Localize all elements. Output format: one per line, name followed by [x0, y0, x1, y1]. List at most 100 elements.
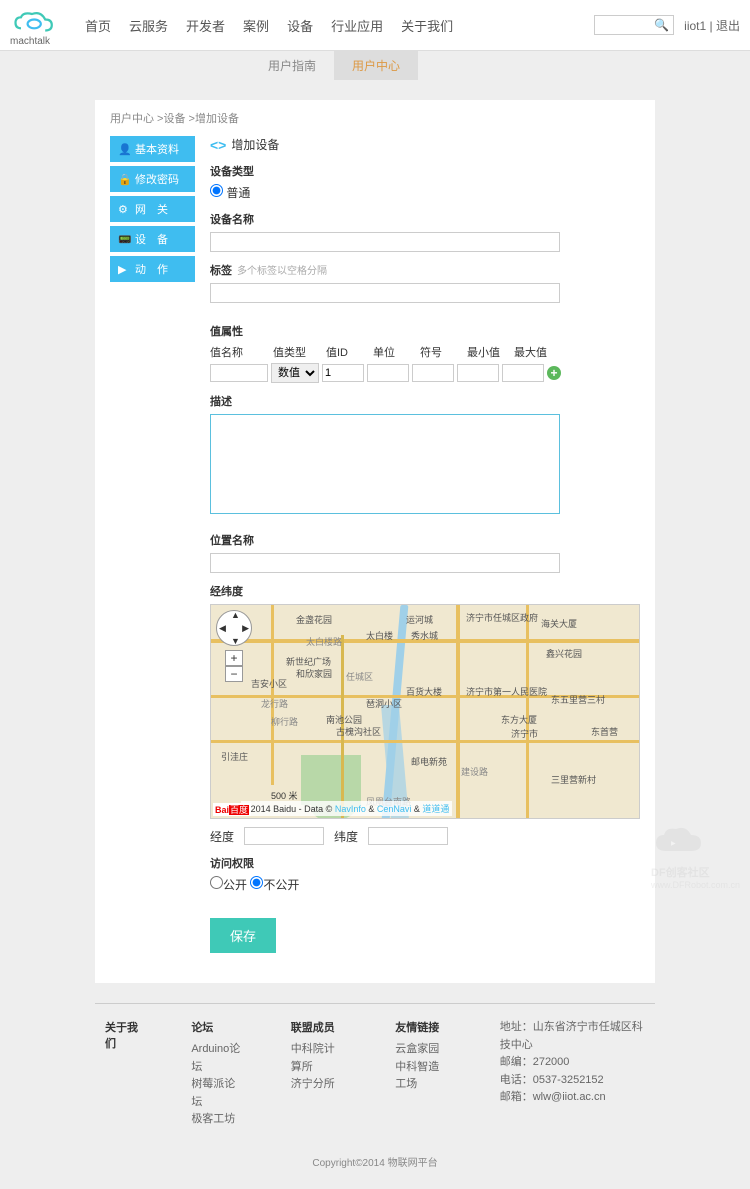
breadcrumb-current: 增加设备 — [195, 113, 239, 125]
footer-member-h: 联盟成员 — [291, 1019, 345, 1035]
nav-about[interactable]: 关于我们 — [401, 16, 453, 35]
action-icon: ▶ — [118, 263, 130, 275]
breadcrumb-device[interactable]: 设备 — [163, 113, 185, 125]
footer-link[interactable]: 极客工坊 — [191, 1111, 240, 1129]
access-public-text: 公开 — [223, 878, 247, 892]
footer-link[interactable]: Arduino论坛 — [191, 1041, 240, 1076]
pan-up-icon[interactable]: ▲ — [231, 610, 240, 620]
access-public-option[interactable]: 公开 — [210, 878, 247, 892]
access-private-radio[interactable] — [250, 876, 263, 889]
type-normal-option[interactable]: 普通 — [210, 186, 250, 200]
map-poi: 引洼庄 — [221, 750, 248, 763]
footer-link[interactable]: 济宁分所 — [291, 1076, 345, 1094]
location-label: 位置名称 — [210, 532, 640, 548]
sidebar-item-action[interactable]: ▶ 动 作 — [110, 256, 195, 282]
device-name-input[interactable] — [210, 232, 560, 252]
lng-label: 经度 — [210, 828, 234, 845]
user-icon: 👤 — [118, 143, 130, 155]
search-box[interactable]: 🔍 — [594, 15, 674, 35]
footer-mail-label: 邮箱： — [500, 1091, 533, 1103]
access-public-radio[interactable] — [210, 876, 223, 889]
sidebar-item-label: 设 备 — [135, 231, 168, 247]
map-poi: 东五里营三村 — [551, 693, 605, 706]
nav-home[interactable]: 首页 — [85, 16, 111, 35]
map-poi: 三里营新村 — [551, 773, 596, 786]
footer-links-h: 友情链接 — [395, 1019, 449, 1035]
attr-h-type: 值类型 — [273, 344, 321, 360]
map[interactable]: 金盏花园 运河城 济宁市任城区政府 海关大厦 太白楼路 太白楼 秀水城 鑫兴花园… — [210, 604, 640, 819]
tag-input[interactable] — [210, 283, 560, 303]
access-private-option[interactable]: 不公开 — [250, 878, 299, 892]
desc-textarea[interactable] — [210, 414, 560, 514]
attr-id-input[interactable] — [322, 364, 364, 382]
type-normal-text: 普通 — [226, 186, 250, 200]
search-icon[interactable]: 🔍 — [654, 18, 669, 32]
attr-type-select[interactable]: 数值类 — [271, 363, 319, 383]
attr-table: 值名称 值类型 值ID 单位 符号 最小值 最大值 数值类 + — [210, 344, 640, 383]
map-poi: 太白楼 — [366, 629, 393, 642]
access-label: 访问权限 — [210, 855, 640, 871]
footer-addr-label: 地址： — [500, 1021, 533, 1033]
nav-dev[interactable]: 开发者 — [186, 16, 225, 35]
footer-link[interactable]: 云盒家园 — [395, 1041, 449, 1059]
subnav-guide[interactable]: 用户指南 — [250, 51, 334, 80]
nav-case[interactable]: 案例 — [243, 16, 269, 35]
nav-device[interactable]: 设备 — [287, 16, 313, 35]
search-input[interactable] — [599, 19, 654, 31]
sidebar-item-profile[interactable]: 👤基本资料 — [110, 136, 195, 162]
watermark-url: www.DFRobot.com.cn — [651, 880, 740, 890]
username-link[interactable]: iiot1 — [684, 19, 706, 33]
map-poi: 建设路 — [461, 765, 488, 778]
save-button[interactable]: 保存 — [210, 918, 276, 953]
add-attr-button[interactable]: + — [547, 366, 561, 380]
footer-link[interactable]: 树莓派论坛 — [191, 1076, 240, 1111]
type-normal-radio[interactable] — [210, 184, 223, 197]
nav-industry[interactable]: 行业应用 — [331, 16, 383, 35]
attr-symbol-input[interactable] — [412, 364, 454, 382]
attr-unit-input[interactable] — [367, 364, 409, 382]
map-poi: 济宁市 — [511, 727, 538, 740]
sidebar-item-password[interactable]: 🔒 修改密码 — [110, 166, 195, 192]
pan-down-icon[interactable]: ▼ — [231, 636, 240, 646]
lat-input[interactable] — [368, 827, 448, 845]
attr-min-input[interactable] — [457, 364, 499, 382]
logout-link[interactable]: 退出 — [716, 19, 740, 33]
map-pan-control[interactable]: ▲ ▼ ◀ ▶ — [216, 610, 252, 646]
map-attr-link[interactable]: 道道通 — [422, 804, 449, 814]
footer-about-h[interactable]: 关于我们 — [105, 1019, 141, 1051]
zoom-in-button[interactable]: + — [225, 650, 243, 666]
coord-label: 经纬度 — [210, 583, 640, 599]
nav-cloud[interactable]: 云服务 — [129, 16, 168, 35]
map-poi: 济宁市第一人民医院 — [466, 685, 547, 698]
sidebar-item-label: 动 作 — [135, 261, 168, 277]
map-attr-link[interactable]: CenNavi — [377, 804, 412, 814]
angle-icon: <> — [210, 137, 226, 153]
baidu-logo: Bai百度 — [213, 803, 251, 816]
footer: 关于我们 论坛 Arduino论坛 树莓派论坛 极客工坊 联盟成员 中科院计算所… — [95, 1003, 655, 1144]
pan-left-icon[interactable]: ◀ — [219, 623, 226, 634]
desc-label: 描述 — [210, 393, 640, 409]
sidebar-item-label: 修改密码 — [135, 171, 179, 187]
footer-mail: wlw@iiot.ac.cn — [533, 1091, 606, 1103]
access-private-text: 不公开 — [263, 878, 299, 892]
lock-icon: 🔒 — [118, 173, 130, 185]
gateway-icon: ⚙ — [118, 203, 130, 215]
location-input[interactable] — [210, 553, 560, 573]
footer-link[interactable]: 中科院计算所 — [291, 1041, 345, 1076]
pan-right-icon[interactable]: ▶ — [242, 623, 249, 634]
subnav-center[interactable]: 用户中心 — [334, 51, 418, 80]
logo[interactable]: machtalk — [10, 5, 65, 45]
attr-h-name: 值名称 — [210, 344, 268, 360]
breadcrumb-usercenter[interactable]: 用户中心 — [110, 113, 154, 125]
breadcrumb: 用户中心 >设备 >增加设备 — [110, 110, 640, 126]
map-poi: 济宁市任城区政府 — [466, 611, 538, 624]
top-bar: machtalk 首页 云服务 开发者 案例 设备 行业应用 关于我们 🔍 ii… — [0, 0, 750, 51]
sidebar-item-device[interactable]: 📟设 备 — [110, 226, 195, 252]
zoom-out-button[interactable]: − — [225, 666, 243, 682]
lng-input[interactable] — [244, 827, 324, 845]
attr-name-input[interactable] — [210, 364, 268, 382]
footer-link[interactable]: 中科智造工场 — [395, 1059, 449, 1094]
map-attr-link[interactable]: NavInfo — [335, 804, 366, 814]
attr-max-input[interactable] — [502, 364, 544, 382]
sidebar-item-gateway[interactable]: ⚙网 关 — [110, 196, 195, 222]
